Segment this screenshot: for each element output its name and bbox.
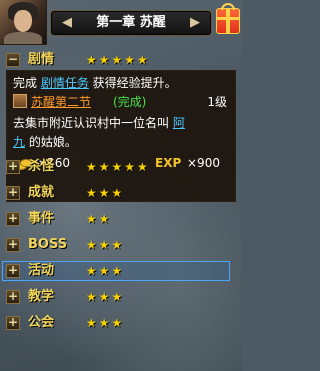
quest-desc-line-1: 去集市附近认识村中一位名叫 阿 (13, 116, 185, 130)
category-label: 成就 (28, 185, 55, 200)
gift-box-icon[interactable] (216, 3, 240, 34)
difficulty-stars: ★★★★★ (86, 160, 150, 174)
category-row-achievement[interactable]: + 成就 ★★★ (6, 184, 236, 202)
difficulty-stars: ★★★ (86, 238, 125, 252)
quest-status: (完成) (113, 95, 147, 109)
category-label: 活动 (28, 263, 55, 278)
quest-name-link[interactable]: 苏醒第二节 (31, 93, 91, 110)
category-label: 事件 (28, 211, 55, 226)
expand-toggle-icon[interactable]: + (6, 212, 20, 226)
npc-link[interactable]: 阿 (173, 116, 185, 130)
category-label: 教学 (28, 289, 55, 304)
expand-toggle-icon[interactable]: + (6, 238, 20, 252)
category-row-guild[interactable]: + 公会 ★★★ (6, 314, 236, 332)
chapter-title: 第一章 苏醒 (96, 15, 166, 30)
next-chapter-arrow-icon[interactable]: ▶ (187, 13, 203, 33)
expand-toggle-icon[interactable]: + (6, 160, 20, 174)
category-row-activity[interactable]: + 活动 ★★★ (2, 261, 236, 281)
chapter-title-bar: ◀ 第一章 苏醒 ▶ (50, 10, 212, 36)
difficulty-stars: ★★★ (86, 290, 125, 304)
expand-toggle-icon[interactable]: + (6, 264, 20, 278)
category-row-tutorial[interactable]: + 教学 ★★★ (6, 288, 236, 306)
avatar-robe (4, 32, 42, 44)
category-label: BOSS (28, 237, 68, 252)
category-label: 剧情 (28, 52, 55, 67)
category-label: 杀怪 (28, 159, 55, 174)
category-label: 公会 (28, 315, 55, 330)
category-row-monster-kill[interactable]: + 杀怪 ★★★★★ (6, 158, 236, 176)
quest-desc-line-2: 九 的姑娘。 (13, 135, 77, 149)
category-row-event[interactable]: + 事件 ★★ (6, 210, 236, 228)
difficulty-stars: ★★★ (86, 264, 125, 278)
npc-link[interactable]: 九 (13, 135, 25, 149)
difficulty-stars: ★★★ (86, 316, 125, 330)
expand-toggle-icon[interactable]: + (6, 316, 20, 330)
expand-toggle-icon[interactable]: + (6, 186, 20, 200)
avatar-face (14, 10, 32, 32)
difficulty-stars: ★★★ (86, 186, 125, 200)
character-avatar[interactable] (0, 0, 47, 45)
prev-chapter-arrow-icon[interactable]: ◀ (59, 13, 75, 33)
difficulty-stars: ★★★★★ (86, 53, 150, 67)
quest-intro-line: 完成 剧情任务 获得经验提升。 (13, 76, 177, 90)
category-row-story[interactable]: − 剧情 ★★★★★ (6, 51, 236, 69)
expand-toggle-icon[interactable]: + (6, 290, 20, 304)
story-quest-link[interactable]: 剧情任务 (41, 76, 89, 90)
category-row-boss[interactable]: + BOSS ★★★ (6, 236, 236, 254)
difficulty-stars: ★★ (86, 212, 112, 226)
collapse-toggle-icon[interactable]: − (6, 53, 20, 67)
quest-detail-panel: 完成 剧情任务 获得经验提升。 苏醒第二节 (完成) 1级 去集市附近认识村中一… (6, 70, 236, 202)
quest-scroll-icon (13, 94, 27, 108)
quest-level: 1级 (207, 95, 227, 109)
